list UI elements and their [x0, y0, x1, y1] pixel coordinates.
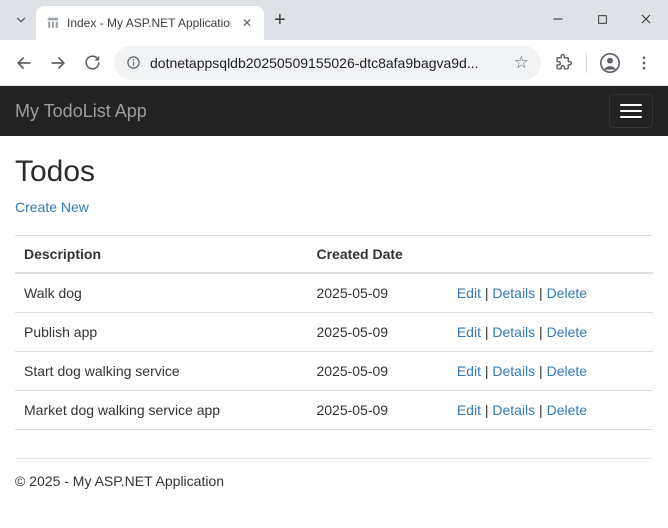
bookmark-star-icon[interactable]: ☆ [514, 54, 529, 71]
maximize-button[interactable] [580, 0, 624, 38]
delete-link[interactable]: Delete [547, 324, 587, 340]
hamburger-bar [620, 116, 642, 118]
page-content: Todos Create New Description Created Dat… [0, 136, 668, 509]
brand-link[interactable]: My TodoList App [15, 101, 147, 122]
todo-description: Publish app [15, 313, 308, 352]
delete-link[interactable]: Delete [547, 363, 587, 379]
reload-icon[interactable] [76, 47, 108, 79]
page-title: Todos [15, 155, 653, 189]
close-window-button[interactable] [624, 0, 668, 38]
footer-divider [15, 458, 653, 459]
action-separator: | [481, 285, 492, 301]
todo-table: Description Created Date Walk dog2025-05… [15, 235, 653, 430]
todo-description: Start dog walking service [15, 352, 308, 391]
edit-link[interactable]: Edit [457, 363, 481, 379]
todo-created-date: 2025-05-09 [308, 313, 448, 352]
todo-description: Market dog walking service app [15, 391, 308, 430]
hamburger-menu-button[interactable] [609, 94, 653, 128]
todo-actions: Edit | Details | Delete [449, 273, 653, 313]
browser-tab[interactable]: Index - My ASP.NET Application ✕ [36, 6, 264, 40]
new-tab-button[interactable]: + [274, 10, 286, 30]
action-separator: | [481, 363, 492, 379]
url-text[interactable]: dotnetappsqldb20250509155026-dtc8afa9bag… [150, 55, 505, 71]
todo-created-date: 2025-05-09 [308, 273, 448, 313]
header-actions [449, 236, 653, 274]
details-link[interactable]: Details [492, 402, 535, 418]
profile-avatar-icon[interactable] [594, 47, 626, 79]
table-row: Market dog walking service app2025-05-09… [15, 391, 653, 430]
header-description: Description [15, 236, 308, 274]
table-row: Publish app2025-05-09Edit | Details | De… [15, 313, 653, 352]
action-separator: | [481, 402, 492, 418]
details-link[interactable]: Details [492, 285, 535, 301]
details-link[interactable]: Details [492, 324, 535, 340]
todo-actions: Edit | Details | Delete [449, 313, 653, 352]
browser-toolbar: dotnetappsqldb20250509155026-dtc8afa9bag… [0, 40, 668, 86]
action-separator: | [481, 324, 492, 340]
hamburger-bar [620, 110, 642, 112]
action-separator: | [535, 324, 546, 340]
tab-favicon-icon [46, 16, 60, 30]
header-created-date: Created Date [308, 236, 448, 274]
delete-link[interactable]: Delete [547, 285, 587, 301]
tab-search-chevron-icon[interactable] [8, 7, 34, 33]
site-navbar: My TodoList App [0, 86, 668, 136]
edit-link[interactable]: Edit [457, 285, 481, 301]
details-link[interactable]: Details [492, 363, 535, 379]
tab-title: Index - My ASP.NET Application [67, 16, 231, 30]
hamburger-bar [620, 104, 642, 106]
action-separator: | [535, 402, 546, 418]
toolbar-divider [586, 53, 587, 73]
tab-strip: Index - My ASP.NET Application ✕ + [0, 0, 668, 40]
forward-icon[interactable] [42, 47, 74, 79]
site-info-icon[interactable] [126, 55, 141, 70]
todo-description: Walk dog [15, 273, 308, 313]
todo-actions: Edit | Details | Delete [449, 352, 653, 391]
todo-created-date: 2025-05-09 [308, 391, 448, 430]
todo-table-body: Walk dog2025-05-09Edit | Details | Delet… [15, 273, 653, 430]
address-bar[interactable]: dotnetappsqldb20250509155026-dtc8afa9bag… [114, 46, 541, 80]
table-row: Walk dog2025-05-09Edit | Details | Delet… [15, 273, 653, 313]
edit-link[interactable]: Edit [457, 402, 481, 418]
delete-link[interactable]: Delete [547, 402, 587, 418]
browser-menu-icon[interactable] [628, 47, 660, 79]
back-icon[interactable] [8, 47, 40, 79]
table-header-row: Description Created Date [15, 236, 653, 274]
action-separator: | [535, 363, 546, 379]
edit-link[interactable]: Edit [457, 324, 481, 340]
minimize-button[interactable] [536, 0, 580, 38]
site-footer: © 2025 - My ASP.NET Application [15, 473, 653, 509]
tab-close-icon[interactable]: ✕ [238, 15, 256, 31]
todo-actions: Edit | Details | Delete [449, 391, 653, 430]
extensions-icon[interactable] [547, 47, 579, 79]
create-new-link[interactable]: Create New [15, 199, 89, 215]
todo-created-date: 2025-05-09 [308, 352, 448, 391]
window-controls [536, 0, 668, 38]
browser-window: Index - My ASP.NET Application ✕ + [0, 0, 668, 528]
table-row: Start dog walking service2025-05-09Edit … [15, 352, 653, 391]
action-separator: | [535, 285, 546, 301]
